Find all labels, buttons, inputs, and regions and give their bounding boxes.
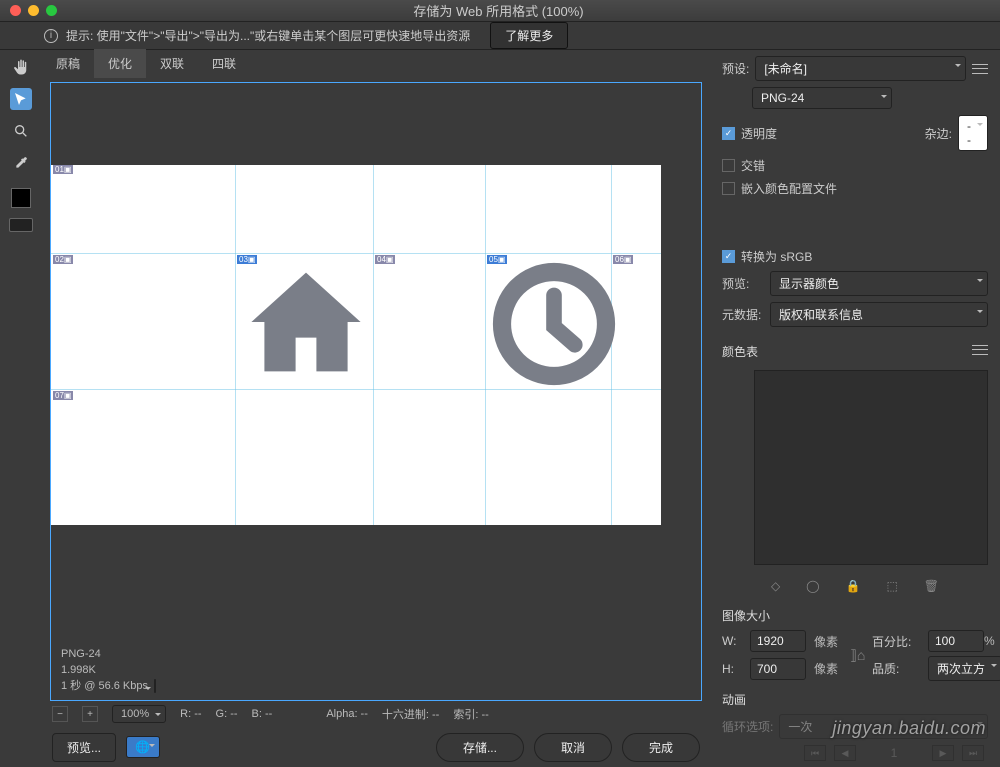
- color-r: R: --: [180, 708, 201, 720]
- close-window[interactable]: [10, 5, 21, 16]
- animation-label: 动画: [722, 691, 988, 708]
- zoom-window[interactable]: [46, 5, 57, 16]
- interlace-label: 交错: [741, 157, 765, 174]
- last-frame-button: ⏭: [962, 745, 984, 761]
- height-label: H:: [722, 662, 744, 676]
- width-unit: 像素: [814, 633, 844, 650]
- convert-srgb-checkbox[interactable]: ✓: [722, 250, 735, 263]
- preset-menu-icon[interactable]: [972, 64, 988, 74]
- preview-label: 预览:: [722, 275, 764, 292]
- watermark: jingyan.baidu.com: [832, 718, 986, 739]
- color-table-menu-icon[interactable]: [972, 345, 988, 355]
- browser-preview-menu[interactable]: 🌐: [126, 736, 160, 758]
- percent-unit: %: [984, 634, 1000, 648]
- foreground-color-swatch[interactable]: [11, 188, 31, 208]
- toggle-slices-icon[interactable]: [9, 218, 33, 232]
- hex-value: 十六进制: --: [382, 706, 439, 722]
- quality-label: 品质:: [872, 660, 922, 677]
- embed-profile-label: 嵌入颜色配置文件: [741, 180, 837, 197]
- eyedropper-tool[interactable]: [10, 152, 32, 174]
- ct-icon-5[interactable]: 🗑: [924, 579, 939, 593]
- metadata-label: 元数据:: [722, 306, 764, 323]
- color-b: B: --: [252, 708, 273, 720]
- ct-icon-2[interactable]: ◯: [806, 579, 819, 593]
- ct-icon-1[interactable]: ◇: [771, 579, 780, 593]
- clock-icon: [489, 259, 619, 389]
- image-size-label: 图像大小: [722, 607, 988, 624]
- matte-select[interactable]: --: [958, 115, 988, 151]
- link-dimensions-icon[interactable]: ⟧⌂: [850, 647, 866, 664]
- zoom-in-button[interactable]: +: [82, 706, 98, 722]
- quality-select[interactable]: 两次立方: [928, 656, 1000, 681]
- ct-icon-3[interactable]: 🔒: [846, 579, 861, 593]
- tip-text: 提示: 使用"文件">"导出">"导出为..."或右键单击某个图层可更快速地导出…: [66, 27, 470, 44]
- preset-select[interactable]: [未命名]: [755, 56, 966, 81]
- info-icon: i: [44, 29, 58, 43]
- alpha-value: Alpha: --: [326, 708, 368, 720]
- color-g: G: --: [216, 708, 238, 720]
- cancel-button[interactable]: 取消: [534, 733, 612, 762]
- ct-icon-4[interactable]: ⬚: [886, 579, 897, 593]
- width-input[interactable]: [750, 630, 806, 652]
- learn-more-button[interactable]: 了解更多: [490, 22, 568, 49]
- preset-label: 预设:: [722, 60, 749, 77]
- window-title: 存储为 Web 所用格式 (100%): [57, 1, 940, 20]
- prev-frame-button: ◀: [834, 745, 856, 761]
- format-select[interactable]: PNG-24: [752, 87, 892, 109]
- first-frame-button: ⏮: [804, 745, 826, 761]
- zoom-out-button[interactable]: −: [52, 706, 68, 722]
- preview-select[interactable]: 显示器颜色: [770, 271, 988, 296]
- embed-profile-checkbox[interactable]: [722, 182, 735, 195]
- loop-label: 循环选项:: [722, 718, 773, 735]
- minimize-window[interactable]: [28, 5, 39, 16]
- done-button[interactable]: 完成: [622, 733, 700, 762]
- transparency-checkbox[interactable]: ✓: [722, 127, 735, 140]
- metadata-select[interactable]: 版权和联系信息: [770, 302, 988, 327]
- preview-info: PNG-24 1.998K 1 秒 @ 56.6 Kbps: [51, 640, 701, 700]
- width-label: W:: [722, 634, 744, 648]
- save-button[interactable]: 存储...: [436, 733, 524, 762]
- home-icon: [241, 257, 371, 387]
- color-table-label: 颜色表: [722, 343, 966, 360]
- height-unit: 像素: [814, 660, 844, 677]
- convert-srgb-label: 转换为 sRGB: [741, 248, 812, 265]
- color-table: [754, 370, 988, 565]
- interlace-checkbox[interactable]: [722, 159, 735, 172]
- slice-select-tool[interactable]: [10, 88, 32, 110]
- matte-label: 杂边:: [925, 125, 952, 142]
- index-value: 索引: --: [453, 706, 488, 722]
- tab-original[interactable]: 原稿: [42, 49, 94, 78]
- tab-optimized[interactable]: 优化: [94, 49, 146, 78]
- tab-4up[interactable]: 四联: [198, 49, 250, 78]
- hand-tool[interactable]: [10, 56, 32, 78]
- zoom-tool[interactable]: [10, 120, 32, 142]
- tab-2up[interactable]: 双联: [146, 49, 198, 78]
- preview-button[interactable]: 预览...: [52, 733, 116, 762]
- transparency-label: 透明度: [741, 125, 777, 142]
- bandwidth-menu[interactable]: [154, 679, 156, 693]
- preview-canvas[interactable]: 01▣ 02▣ 03▣ 04▣ 05▣ 06▣ 07▣: [50, 82, 702, 701]
- percent-label: 百分比:: [872, 633, 922, 650]
- percent-input[interactable]: [928, 630, 984, 652]
- height-input[interactable]: [750, 658, 806, 680]
- frame-number: 1: [864, 746, 924, 760]
- next-frame-button: ▶: [932, 745, 954, 761]
- zoom-select[interactable]: 100%: [112, 705, 166, 723]
